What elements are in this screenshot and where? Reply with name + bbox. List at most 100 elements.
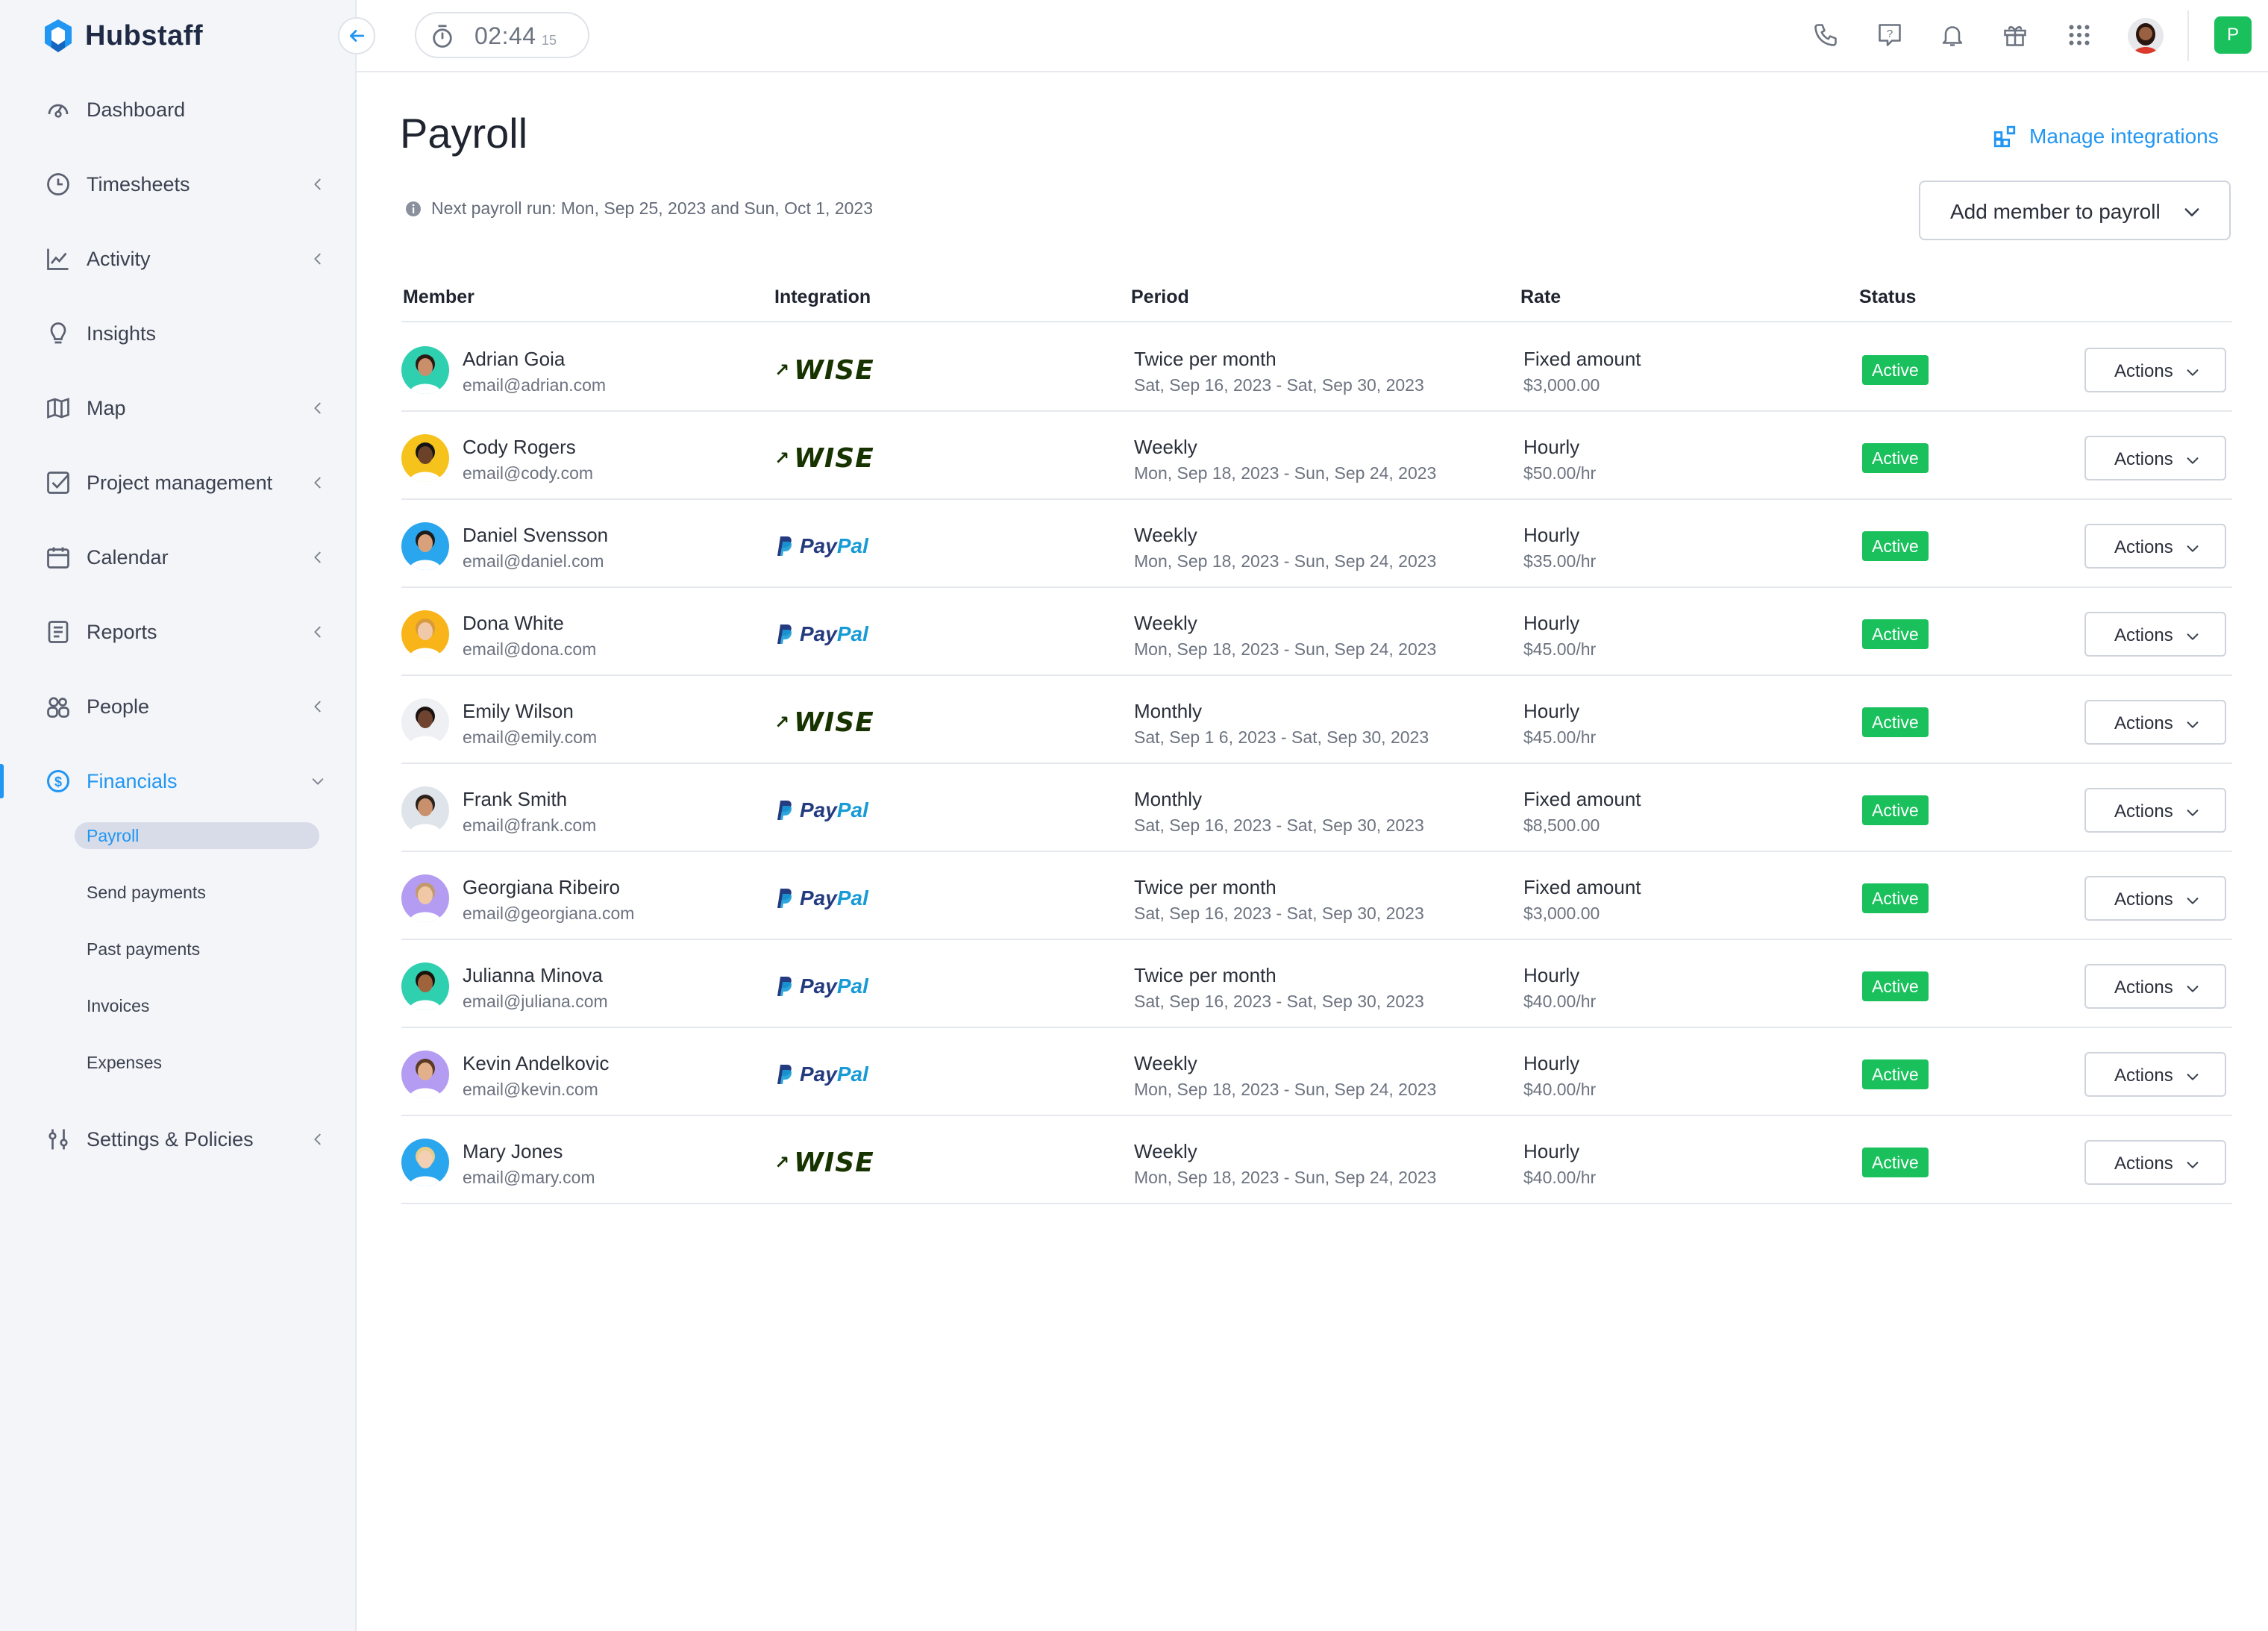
chevron-down-icon bbox=[2187, 369, 2199, 376]
wise-logo: ↗ WISE bbox=[774, 443, 874, 474]
collapse-sidebar-button[interactable] bbox=[338, 17, 375, 54]
actions-dropdown-button[interactable]: Actions bbox=[2084, 700, 2226, 745]
chevron-down-icon bbox=[307, 771, 328, 792]
sidebar-subitem-past-payments[interactable]: Past payments bbox=[75, 936, 200, 962]
actions-label: Actions bbox=[2114, 1153, 2173, 1174]
period-range: Sat, Sep 16, 2023 - Sat, Sep 30, 2023 bbox=[1134, 816, 1424, 835]
sidebar-item-activity[interactable]: Activity bbox=[0, 233, 357, 285]
period-type: Weekly bbox=[1134, 1140, 1197, 1162]
rate-type: Hourly bbox=[1523, 700, 1580, 722]
paypal-logo: PayPal bbox=[774, 534, 868, 558]
sidebar-item-insights[interactable]: Insights bbox=[0, 307, 357, 360]
status-badge: Active bbox=[1862, 443, 1929, 473]
paypal-word-pal: Pal bbox=[836, 1062, 868, 1086]
chevron-left-icon bbox=[307, 398, 328, 419]
user-avatar[interactable] bbox=[2128, 18, 2164, 54]
sidebar-subitem-send-payments[interactable]: Send payments bbox=[75, 879, 206, 906]
period-range: Mon, Sep 18, 2023 - Sun, Sep 24, 2023 bbox=[1134, 639, 1437, 659]
actions-dropdown-button[interactable]: Actions bbox=[2084, 612, 2226, 657]
actions-dropdown-button[interactable]: Actions bbox=[2084, 1140, 2226, 1185]
actions-dropdown-button[interactable]: Actions bbox=[2084, 524, 2226, 569]
sidebar-subitem-expenses[interactable]: Expenses bbox=[75, 1049, 162, 1076]
paypal-word-pal: Pal bbox=[836, 534, 868, 557]
paypal-word-pal: Pal bbox=[836, 886, 868, 910]
timer-widget[interactable]: 02:44 15 bbox=[415, 12, 589, 58]
period-range: Sat, Sep 1 6, 2023 - Sat, Sep 30, 2023 bbox=[1134, 727, 1429, 747]
sidebar-item-dashboard[interactable]: Dashboard bbox=[0, 84, 357, 136]
phone-icon[interactable] bbox=[1808, 18, 1843, 52]
paypal-p-icon bbox=[777, 977, 792, 996]
status-badge: Active bbox=[1862, 971, 1929, 1001]
member-name: Dona White bbox=[463, 612, 564, 634]
top-bar: 02:44 15 bbox=[357, 0, 2268, 72]
sidebar-item-map[interactable]: Map bbox=[0, 382, 357, 434]
actions-label: Actions bbox=[2114, 449, 2173, 469]
next-payroll-run-text: Next payroll run: Mon, Sep 25, 2023 and … bbox=[431, 198, 873, 218]
people-icon bbox=[43, 692, 73, 721]
sidebar-item-people[interactable]: People bbox=[0, 680, 357, 733]
help-icon[interactable]: ? bbox=[1873, 18, 1907, 52]
manage-integrations-label: Manage integrations bbox=[2029, 125, 2219, 148]
paypal-word-pay: Pay bbox=[800, 974, 837, 998]
member-avatar bbox=[401, 962, 449, 1010]
sidebar-item-label: Reports bbox=[87, 620, 157, 643]
clock-icon bbox=[43, 169, 73, 199]
member-name: Georgiana Ribeiro bbox=[463, 876, 621, 898]
organization-badge[interactable]: P bbox=[2214, 16, 2252, 54]
table-row: Kevin Andelkovic email@kevin.com PayPal Wee… bbox=[401, 1027, 2232, 1115]
member-name: Adrian Goia bbox=[463, 348, 566, 370]
actions-dropdown-button[interactable]: Actions bbox=[2084, 436, 2226, 480]
wise-logo: ↗ WISE bbox=[774, 707, 874, 738]
period-range: Mon, Sep 18, 2023 - Sun, Sep 24, 2023 bbox=[1134, 463, 1437, 483]
actions-dropdown-button[interactable]: Actions bbox=[2084, 348, 2226, 392]
sidebar-item-settings-policies[interactable]: Settings & Policies bbox=[0, 1113, 357, 1165]
sidebar-item-calendar[interactable]: Calendar bbox=[0, 531, 357, 583]
gift-icon[interactable] bbox=[1998, 18, 2032, 52]
period-type: Monthly bbox=[1134, 700, 1203, 722]
actions-dropdown-button[interactable]: Actions bbox=[2084, 788, 2226, 833]
paypal-word-pay: Pay bbox=[800, 798, 837, 821]
table-row: Mary Jones email@mary.com ↗ WISE Weekly Mon, … bbox=[401, 1115, 2232, 1203]
member-name: Frank Smith bbox=[463, 788, 568, 810]
paypal-logo: PayPal bbox=[774, 1062, 868, 1086]
period-type: Monthly bbox=[1134, 788, 1203, 810]
sidebar-item-project-management[interactable]: Project management bbox=[0, 457, 357, 509]
paypal-word-pal: Pal bbox=[836, 798, 868, 821]
actions-dropdown-button[interactable]: Actions bbox=[2084, 876, 2226, 921]
sidebar-subitem-invoices[interactable]: Invoices bbox=[75, 992, 149, 1019]
chevron-down-icon bbox=[2187, 1074, 2199, 1080]
status-badge: Active bbox=[1862, 619, 1929, 649]
rate-type: Hourly bbox=[1523, 612, 1580, 634]
actions-label: Actions bbox=[2114, 889, 2173, 910]
integration-cell: ↗ WISE bbox=[774, 354, 874, 386]
status-badge: Active bbox=[1862, 883, 1929, 913]
paypal-logo: PayPal bbox=[774, 886, 868, 910]
hubstaff-logo[interactable]: Hubstaff bbox=[42, 16, 203, 55]
rate-type: Hourly bbox=[1523, 436, 1580, 458]
sidebar-item-timesheets[interactable]: Timesheets bbox=[0, 158, 357, 210]
sidebar-subitem-payroll[interactable]: Payroll bbox=[75, 822, 319, 849]
add-member-to-payroll-button[interactable]: Add member to payroll bbox=[1919, 181, 2231, 240]
paypal-p-icon bbox=[777, 889, 792, 908]
svg-text:$: $ bbox=[54, 774, 62, 789]
table-row: Georgiana Ribeiro email@georgiana.com PayP… bbox=[401, 851, 2232, 939]
member-email: email@kevin.com bbox=[463, 1080, 598, 1099]
actions-dropdown-button[interactable]: Actions bbox=[2084, 964, 2226, 1009]
sidebar-item-financials[interactable]: $ Financials bbox=[0, 755, 357, 807]
arrow-left-icon bbox=[350, 30, 365, 42]
wise-wordmark: WISE bbox=[794, 1147, 874, 1178]
actions-dropdown-button[interactable]: Actions bbox=[2084, 1052, 2226, 1097]
actions-label: Actions bbox=[2114, 801, 2173, 821]
bell-icon[interactable] bbox=[1935, 18, 1970, 52]
dollar-circle-icon: $ bbox=[43, 766, 73, 796]
sidebar-item-reports[interactable]: Reports bbox=[0, 606, 357, 658]
wise-logo: ↗ WISE bbox=[774, 355, 874, 386]
apps-grid-icon[interactable] bbox=[2062, 18, 2096, 52]
integration-cell: PayPal bbox=[774, 1058, 868, 1091]
paypal-p-icon bbox=[777, 1065, 792, 1084]
member-name: Cody Rogers bbox=[463, 436, 576, 458]
manage-integrations-link[interactable]: Manage integrations bbox=[1992, 124, 2219, 149]
chevron-down-icon bbox=[2184, 208, 2199, 216]
paypal-word-pay: Pay bbox=[800, 886, 837, 910]
timer-seconds: 15 bbox=[542, 33, 557, 48]
